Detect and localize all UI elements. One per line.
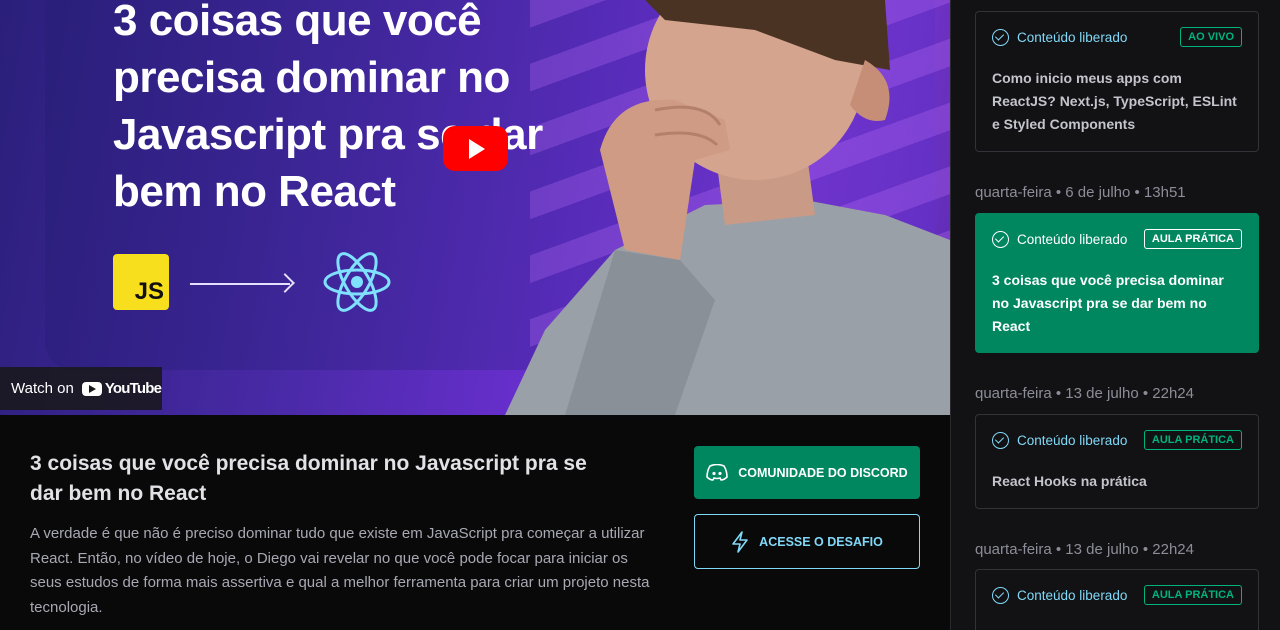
- js-badge-text: JS: [134, 278, 164, 305]
- lightning-icon: [732, 530, 748, 553]
- lesson-info: 3 coisas que você precisa dominar no Jav…: [0, 415, 950, 630]
- lesson-date: quarta-feira • 6 de julho • 13h51: [975, 184, 1186, 201]
- lesson-card-live[interactable]: Conteúdo liberado AO VIVO Como inicio me…: [975, 11, 1259, 152]
- lesson-type-badge: AULA PRÁTICA: [1143, 430, 1242, 450]
- watch-on-youtube-link[interactable]: Watch on YouTube: [0, 367, 162, 410]
- lesson-description: A verdade é que não é preciso dominar tu…: [30, 525, 650, 616]
- page: 3 coisas que você precisa dominar no Jav…: [0, 0, 1280, 630]
- youtube-play-button[interactable]: [443, 126, 508, 171]
- challenge-button-label: ACESSE O DESAFIO: [759, 534, 883, 549]
- discord-community-button[interactable]: COMUNIDADE DO DISCORD: [694, 446, 920, 499]
- youtube-play-mini-icon: [81, 381, 102, 396]
- lesson-card[interactable]: Conteúdo liberado AULA PRÁTICA React Hoo…: [975, 414, 1259, 509]
- lesson-type-badge: AO VIVO: [1180, 27, 1242, 47]
- check-circle-icon: [992, 230, 1009, 248]
- lesson-type-badge: AULA PRÁTICA: [1143, 585, 1242, 605]
- discord-button-label: COMUNIDADE DO DISCORD: [738, 465, 908, 480]
- discord-icon: [706, 464, 729, 481]
- react-logo-icon: [323, 252, 391, 312]
- youtube-logo-icon: YouTube: [81, 380, 162, 397]
- lesson-card-title: 3 coisas que você precisa dominar no Jav…: [992, 272, 1224, 334]
- lesson-sidebar: Conteúdo liberado AO VIVO Como inicio me…: [950, 0, 1280, 630]
- presenter-image: [505, 0, 950, 415]
- watch-on-label: Watch on: [11, 380, 74, 397]
- check-circle-icon: [992, 28, 1009, 46]
- arrow-right-icon: [190, 283, 290, 285]
- access-challenge-button[interactable]: ACESSE O DESAFIO: [694, 514, 920, 569]
- javascript-logo-icon: JS: [113, 254, 169, 310]
- content-status: Conteúdo liberado: [992, 431, 1128, 449]
- content-status-label: Conteúdo liberado: [1017, 432, 1128, 448]
- content-status: Conteúdo liberado: [992, 586, 1128, 604]
- lesson-type-badge: AULA PRÁTICA: [1143, 229, 1242, 249]
- lesson-card[interactable]: Conteúdo liberado AULA PRÁTICA: [975, 569, 1259, 630]
- youtube-logo-text: YouTube: [104, 380, 162, 397]
- content-status-label: Conteúdo liberado: [1017, 231, 1128, 247]
- content-status-label: Conteúdo liberado: [1017, 29, 1128, 45]
- content-status: Conteúdo liberado: [992, 28, 1128, 46]
- content-status: Conteúdo liberado: [992, 230, 1128, 248]
- lesson-card-active[interactable]: Conteúdo liberado AULA PRÁTICA 3 coisas …: [975, 213, 1259, 353]
- lesson-card-title: React Hooks na prática: [992, 473, 1147, 489]
- lesson-title: 3 coisas que você precisa dominar no Jav…: [30, 452, 587, 505]
- content-status-label: Conteúdo liberado: [1017, 587, 1128, 603]
- check-circle-icon: [992, 586, 1009, 604]
- video-player[interactable]: 3 coisas que você precisa dominar no Jav…: [0, 0, 950, 415]
- lesson-date: quarta-feira • 13 de julho • 22h24: [975, 541, 1194, 558]
- lesson-date: quarta-feira • 13 de julho • 22h24: [975, 385, 1194, 402]
- check-circle-icon: [992, 431, 1009, 449]
- lesson-card-title: Como inicio meus apps com ReactJS? Next.…: [992, 70, 1237, 132]
